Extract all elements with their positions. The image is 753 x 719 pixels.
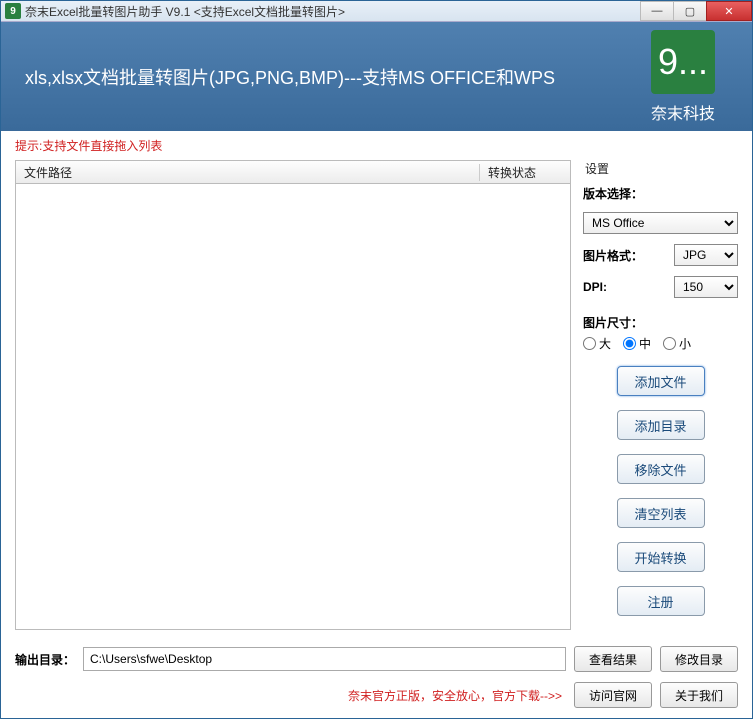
format-select[interactable]: JPG <box>674 244 738 266</box>
col-status[interactable]: 转换状态 <box>480 164 570 181</box>
settings-panel: 设置 版本选择： MS Office 图片格式： JPG DPI: 150 <box>583 160 738 630</box>
company-name: 奈末科技 <box>638 100 728 124</box>
remove-file-button[interactable]: 移除文件 <box>617 454 705 484</box>
clear-list-button[interactable]: 清空列表 <box>617 498 705 528</box>
banner-headline: xls,xlsx文档批量转图片(JPG,PNG,BMP)---支持MS OFFI… <box>25 64 638 90</box>
dpi-field: DPI: 150 <box>583 276 738 298</box>
banner-logo: 9... 奈末科技 <box>638 30 728 124</box>
size-medium[interactable]: 中 <box>623 335 651 352</box>
add-dir-button[interactable]: 添加目录 <box>617 410 705 440</box>
register-button[interactable]: 注册 <box>617 586 705 616</box>
app-icon: 9 <box>5 3 21 19</box>
format-field: 图片格式： JPG <box>583 244 738 266</box>
visit-site-button[interactable]: 访问官网 <box>574 682 652 708</box>
size-label: 图片尺寸： <box>583 314 738 331</box>
size-radio-group: 大 中 小 <box>583 335 738 352</box>
about-button[interactable]: 关于我们 <box>660 682 738 708</box>
footer-text: 奈末官方正版，安全放心，官方下载-->> <box>348 687 562 704</box>
maximize-button[interactable]: ▢ <box>673 1 707 21</box>
main-area: 文件路径 转换状态 设置 版本选择： MS Office 图片格式： JPG D… <box>1 160 752 638</box>
settings-title: 设置 <box>583 160 738 177</box>
minimize-button[interactable]: — <box>640 1 674 21</box>
output-path-input[interactable] <box>83 647 566 671</box>
app-window: 9 奈末Excel批量转图片助手 V9.1 <支持Excel文档批量转图片> —… <box>0 0 753 719</box>
window-controls: — ▢ ✕ <box>641 1 752 21</box>
dpi-label: DPI: <box>583 280 674 294</box>
col-file-path[interactable]: 文件路径 <box>16 164 480 181</box>
size-large[interactable]: 大 <box>583 335 611 352</box>
version-field: 版本选择： <box>583 185 738 202</box>
hint-text: 提示:支持文件直接拖入列表 <box>1 131 752 160</box>
change-dir-button[interactable]: 修改目录 <box>660 646 738 672</box>
format-label: 图片格式： <box>583 247 674 264</box>
logo-icon: 9... <box>651 30 715 94</box>
dpi-select[interactable]: 150 <box>674 276 738 298</box>
start-convert-button[interactable]: 开始转换 <box>617 542 705 572</box>
version-select[interactable]: MS Office <box>583 212 738 234</box>
version-label: 版本选择： <box>583 185 738 202</box>
footer-row: 奈末官方正版，安全放心，官方下载-->> 访问官网 关于我们 <box>15 682 738 708</box>
file-list-panel: 文件路径 转换状态 <box>15 160 571 630</box>
view-result-button[interactable]: 查看结果 <box>574 646 652 672</box>
window-title: 奈末Excel批量转图片助手 V9.1 <支持Excel文档批量转图片> <box>25 3 641 20</box>
output-label: 输出目录： <box>15 651 75 668</box>
bottom-area: 输出目录： 查看结果 修改目录 奈末官方正版，安全放心，官方下载-->> 访问官… <box>1 638 752 718</box>
banner: xls,xlsx文档批量转图片(JPG,PNG,BMP)---支持MS OFFI… <box>1 22 752 131</box>
close-button[interactable]: ✕ <box>706 1 752 21</box>
size-small[interactable]: 小 <box>663 335 691 352</box>
table-header: 文件路径 转换状态 <box>15 160 571 184</box>
titlebar: 9 奈末Excel批量转图片助手 V9.1 <支持Excel文档批量转图片> —… <box>1 1 752 22</box>
table-body[interactable] <box>15 184 571 630</box>
output-row: 输出目录： 查看结果 修改目录 <box>15 646 738 672</box>
add-file-button[interactable]: 添加文件 <box>617 366 705 396</box>
